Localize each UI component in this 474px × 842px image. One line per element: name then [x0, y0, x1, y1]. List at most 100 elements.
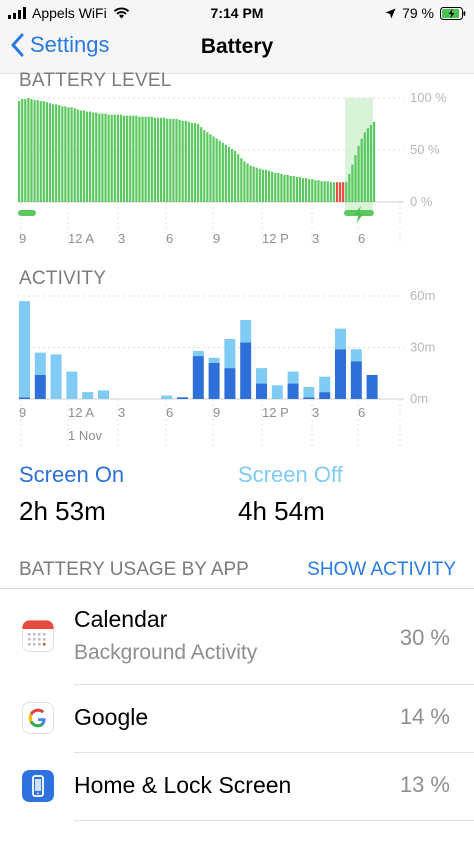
- y-tick-label: 0 %: [410, 194, 433, 209]
- battery-bar: [200, 127, 203, 202]
- battery-bar: [258, 168, 261, 202]
- battery-bar: [366, 128, 369, 202]
- location-arrow-icon: [385, 8, 396, 18]
- battery-bar: [363, 132, 366, 202]
- screen-off-bar: [161, 395, 173, 399]
- battery-bar: [317, 180, 320, 202]
- battery-bar: [298, 177, 302, 202]
- calendar-icon: [22, 620, 54, 652]
- usage-title: BATTERY USAGE BY APP: [19, 559, 249, 580]
- app-row-google[interactable]: Google 14 %: [22, 685, 474, 753]
- battery-bar: [169, 118, 172, 202]
- battery-bar: [98, 113, 101, 202]
- battery-bar: [92, 112, 95, 202]
- battery-bar: [67, 107, 70, 202]
- battery-bar: [42, 101, 45, 202]
- battery-bar: [156, 117, 160, 202]
- x-tick-label: 9: [213, 405, 220, 420]
- battery-level-chart[interactable]: 100 % 50 % 0 % 9 12 A 3 6 9 12 P 3 6: [0, 90, 474, 250]
- x-tick-label: 12 P: [262, 405, 289, 420]
- battery-bar: [61, 106, 64, 202]
- battery-bar: [153, 117, 157, 202]
- battery-bar: [147, 116, 150, 202]
- x-tick-label: 6: [358, 231, 365, 246]
- show-activity-button[interactable]: SHOW ACTIVITY: [307, 559, 456, 581]
- battery-bar: [255, 167, 258, 202]
- battery-bar: [132, 115, 135, 202]
- battery-bar: [301, 178, 305, 202]
- status-right: 79 %: [385, 5, 466, 21]
- battery-bar: [224, 144, 227, 202]
- battery-bar: [36, 100, 39, 202]
- battery-bar: [203, 130, 206, 202]
- battery-bar: [261, 169, 265, 202]
- screen-on-bar: [303, 397, 315, 399]
- battery-bar: [360, 138, 363, 202]
- battery-bar: [323, 181, 326, 202]
- battery-bar: [234, 151, 237, 202]
- battery-bar: [55, 104, 58, 202]
- battery-percent: 79 %: [402, 5, 434, 21]
- app-row-calendar[interactable]: Calendar Background Activity 30 %: [22, 589, 474, 685]
- battery-bar: [351, 164, 354, 202]
- battery-bar: [329, 182, 332, 202]
- screen-on-bar: [366, 374, 378, 399]
- battery-bar: [372, 121, 376, 202]
- activity-chart[interactable]: 60m 30m 0m 9 12 A 3 6 9 12 P 3 6 1 Nov: [0, 288, 474, 448]
- screen-off-bar: [319, 376, 331, 393]
- battery-bar: [135, 115, 138, 202]
- x-tick-label: 3: [312, 231, 319, 246]
- y-tick-label: 30m: [410, 340, 435, 355]
- battery-bar: [369, 125, 373, 202]
- battery-bar: [122, 115, 126, 202]
- screen-off-bar: [271, 385, 283, 399]
- battery-bar: [215, 138, 218, 202]
- battery-bar: [126, 115, 129, 202]
- battery-bar: [70, 107, 73, 202]
- battery-bar: [21, 99, 24, 202]
- battery-bar: [277, 172, 280, 202]
- battery-bar: [58, 105, 61, 202]
- battery-bar: [305, 178, 308, 202]
- battery-bar: [237, 154, 240, 202]
- status-bar: Appels WiFi 7:14 PM 79 %: [0, 0, 474, 26]
- x-tick-label: 6: [166, 405, 173, 420]
- battery-bar: [163, 117, 166, 202]
- battery-bar: [286, 174, 289, 202]
- app-name: Calendar: [74, 606, 168, 632]
- battery-bar: [212, 136, 215, 202]
- screen-on-label: Screen On: [19, 462, 125, 487]
- home-lock-screen-icon: [22, 770, 54, 802]
- battery-bar: [18, 101, 21, 202]
- battery-charging-icon: [440, 6, 466, 20]
- battery-bar: [193, 122, 197, 202]
- battery-bar: [271, 171, 274, 202]
- screen-on-bar: [350, 361, 362, 399]
- battery-bar: [209, 134, 212, 202]
- battery-bar: [274, 172, 277, 202]
- screen-on-bar: [287, 383, 299, 399]
- screen-on-summary: Screen On 2h 53m: [19, 462, 124, 527]
- battery-bar: [332, 182, 336, 202]
- battery-bar: [218, 140, 221, 202]
- screen-on-bar: [177, 397, 188, 399]
- battery-bar: [150, 116, 153, 202]
- battery-bar: [159, 117, 163, 202]
- app-percent: 30 %: [399, 625, 450, 650]
- battery-bar: [138, 116, 141, 202]
- x-tick-label: 3: [118, 405, 125, 420]
- date-label: 1 Nov: [68, 428, 102, 443]
- battery-bar: [178, 119, 181, 202]
- screen-off-bar: [303, 386, 315, 398]
- x-tick-label: 6: [166, 231, 173, 246]
- app-row-home-lock-screen[interactable]: Home & Lock Screen 13 %: [22, 753, 474, 821]
- screen-on-bar: [192, 356, 204, 399]
- battery-bar: [292, 176, 295, 202]
- battery-bar: [79, 110, 82, 202]
- battery-bar: [175, 118, 178, 202]
- battery-bar: [88, 111, 92, 202]
- battery-bar: [326, 181, 329, 202]
- battery-bar: [335, 182, 339, 202]
- screen-off-bar: [66, 371, 78, 399]
- screen-on-value: 2h 53m: [19, 496, 106, 526]
